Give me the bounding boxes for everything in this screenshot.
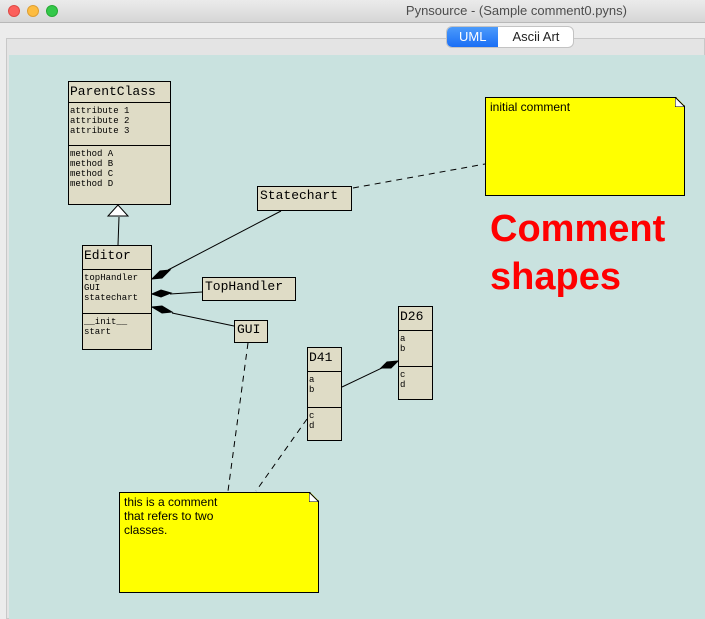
comment-text: initial comment [490, 100, 571, 114]
class-statechart[interactable]: Statechart [257, 186, 352, 211]
method: method A [70, 149, 114, 159]
attribute: statechart [84, 293, 139, 303]
comment-link-gui[interactable] [227, 342, 249, 492]
class-gui[interactable]: GUI [234, 320, 268, 343]
title-bar: Pynsource - (Sample comment0.pyns) [0, 0, 705, 23]
attribute: a [400, 334, 406, 344]
diagram-canvas[interactable]: ParentClass attribute 1 attribute 2 attr… [9, 55, 705, 619]
window-title: Pynsource - (Sample comment0.pyns) [405, 3, 627, 18]
composition-line-statechart[interactable] [167, 210, 282, 271]
comment-link-statechart[interactable] [352, 163, 486, 189]
method: d [309, 421, 315, 431]
attribute: attribute 3 [70, 126, 130, 136]
method: method D [70, 179, 114, 189]
class-name: D26 [400, 309, 424, 324]
attributes-section: a b [399, 330, 432, 366]
class-name: ParentClass [70, 84, 156, 99]
attribute: b [309, 385, 315, 395]
composition-diamond-tophandler [150, 289, 173, 298]
class-name: Editor [84, 248, 131, 263]
method: c [400, 370, 406, 380]
method: d [400, 380, 406, 390]
attribute: attribute 1 [70, 106, 130, 116]
tab-uml[interactable]: UML [447, 27, 499, 47]
methods-section: method A method B method C method D [69, 145, 170, 192]
inheritance-line[interactable] [117, 216, 120, 246]
attribute: topHandler [84, 273, 139, 283]
attributes-section: topHandler GUI statechart [83, 269, 151, 313]
method: __init__ [84, 317, 128, 327]
inheritance-arrowhead [106, 204, 130, 217]
class-d41[interactable]: D41 a b c d [307, 347, 342, 441]
composition-diamond-statechart [150, 269, 172, 280]
class-name: D41 [309, 350, 333, 365]
comment-link-d41[interactable] [255, 418, 308, 492]
composition-diamond-d26 [379, 360, 400, 369]
method: start [84, 327, 112, 337]
attribute: attribute 2 [70, 116, 130, 126]
comment-note-initial[interactable]: initial comment [485, 97, 685, 196]
view-switch: UML Ascii Art [447, 27, 574, 47]
class-tophandler[interactable]: TopHandler [202, 277, 296, 301]
method: c [309, 411, 315, 421]
attributes-section: a b [308, 371, 341, 407]
tab-ascii-art[interactable]: Ascii Art [498, 27, 573, 47]
attribute: a [309, 375, 315, 385]
method: method C [70, 169, 114, 179]
composition-line-tophandler[interactable] [169, 291, 203, 295]
attribute: b [400, 344, 406, 354]
class-d26[interactable]: D26 a b c d [398, 306, 433, 400]
class-parentclass[interactable]: ParentClass attribute 1 attribute 2 attr… [68, 81, 171, 205]
attribute: GUI [84, 283, 101, 293]
comment-note-refers[interactable]: this is a comment that refers to two cla… [119, 492, 319, 593]
attributes-section: attribute 1 attribute 2 attribute 3 [69, 102, 170, 145]
methods-section: __init__ start [83, 313, 151, 340]
composition-line-gui[interactable] [171, 312, 235, 327]
method: method B [70, 159, 114, 169]
diagram-heading[interactable]: Comment shapes [490, 205, 665, 301]
methods-section: c d [399, 366, 432, 393]
composition-line-d26[interactable] [341, 367, 383, 388]
methods-section: c d [308, 407, 341, 434]
comment-text: this is a comment that refers to two cla… [124, 495, 218, 537]
composition-diamond-gui [150, 305, 174, 314]
class-editor[interactable]: Editor topHandler GUI statechart __init_… [82, 245, 152, 350]
